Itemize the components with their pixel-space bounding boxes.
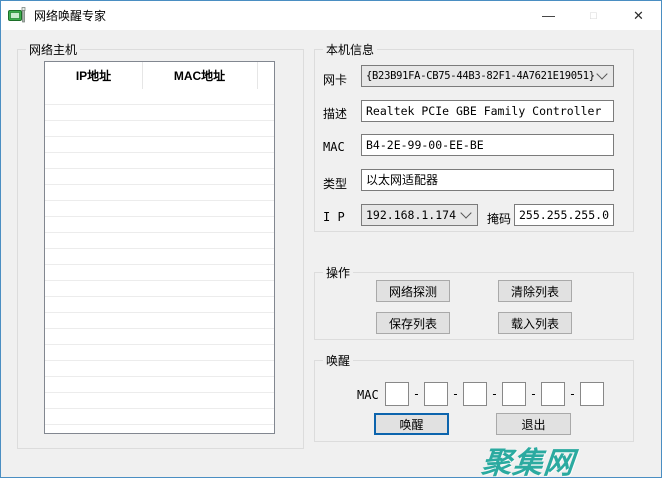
host-list-header[interactable]: IP地址 MAC地址 [45,62,274,90]
description-field[interactable]: Realtek PCIe GBE Family Controller [361,100,614,122]
watermark: 聚集网 [479,447,577,478]
octet-separator: - [568,387,577,401]
octet-separator: - [412,387,421,401]
column-header-mac[interactable]: MAC地址 [142,67,257,84]
mac-octet-4[interactable] [502,382,526,406]
mac-octet-5[interactable] [541,382,565,406]
mac-octet-6[interactable] [580,382,604,406]
title-bar: 网络唤醒专家 — □ ✕ [1,1,661,30]
load-list-button[interactable]: 载入列表 [498,312,572,334]
window-controls: — □ ✕ [526,1,661,30]
octet-separator: - [490,387,499,401]
minimize-icon[interactable]: — [526,1,571,30]
adapter-combobox[interactable]: {B23B91FA-CB75-44B3-82F1-4A7621E19051} [361,65,614,87]
mac-octet-1[interactable] [385,382,409,406]
ip-combobox[interactable]: 192.168.1.174 [361,204,478,226]
octet-separator: - [451,387,460,401]
chevron-down-icon [460,207,472,219]
network-detect-button[interactable]: 网络探测 [376,280,450,302]
mac-field[interactable]: B4-2E-99-00-EE-BE [361,134,614,156]
actions-group-label: 操作 [323,264,354,281]
wake-button[interactable]: 唤醒 [374,413,449,435]
type-label: 类型 [323,177,348,191]
mask-label: 掩码 [487,212,512,226]
wake-mac-octets: - - - - - [385,382,604,406]
actions-group: 操作 [314,264,634,340]
app-window: 网络唤醒专家 — □ ✕ 网络主机 IP地址 MAC地址 本机信息 网卡 {B2… [0,0,662,478]
chevron-down-icon [596,68,608,80]
exit-button[interactable]: 退出 [496,413,571,435]
adapter-label: 网卡 [323,73,348,87]
ip-value: 192.168.1.174 [366,208,457,222]
adapter-value: {B23B91FA-CB75-44B3-82F1-4A7621E19051} [366,70,594,82]
ip-label: I P [323,210,345,224]
host-list-table[interactable]: IP地址 MAC地址 [44,61,275,434]
close-icon[interactable]: ✕ [616,1,661,30]
mac-label: MAC [323,140,345,154]
window-title: 网络唤醒专家 [34,9,107,23]
app-icon [8,7,26,23]
clear-list-button[interactable]: 清除列表 [498,280,572,302]
octet-separator: - [529,387,538,401]
mask-field[interactable]: 255.255.255.0 [514,204,614,226]
mac-octet-3[interactable] [463,382,487,406]
host-list-group-label: 网络主机 [26,41,81,58]
wake-mac-label: MAC [357,388,379,402]
save-list-button[interactable]: 保存列表 [376,312,450,334]
host-list-body[interactable] [45,89,274,433]
wake-group-label: 唤醒 [323,352,354,369]
local-info-group-label: 本机信息 [323,41,378,58]
maximize-icon: □ [590,9,597,22]
mac-octet-2[interactable] [424,382,448,406]
description-label: 描述 [323,107,348,121]
type-field[interactable]: 以太网适配器 [361,169,614,191]
column-header-ip[interactable]: IP地址 [45,67,142,84]
